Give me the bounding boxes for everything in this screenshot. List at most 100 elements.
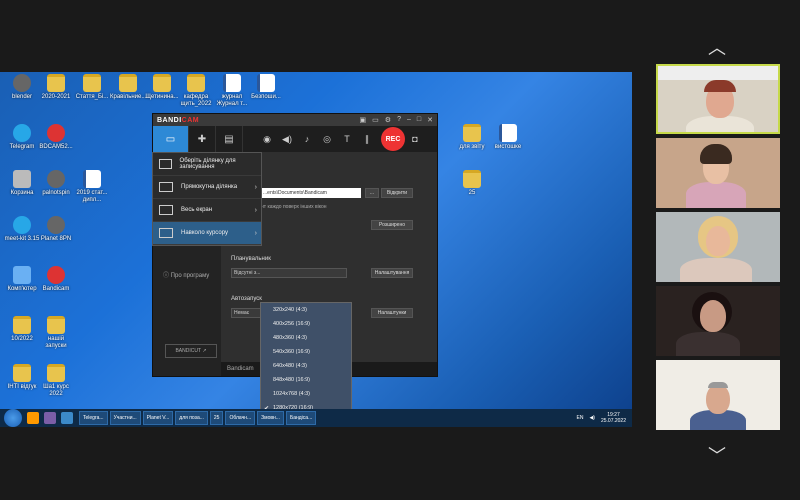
start-button[interactable] xyxy=(4,409,22,427)
desktop-icon-label: Planet 8PN xyxy=(40,236,72,242)
desktop-icon[interactable]: meet-kit 3.15 xyxy=(4,216,40,243)
camera-icon[interactable]: ◘ xyxy=(405,134,425,144)
resolution-option[interactable]: 320x240 (4:3) xyxy=(261,303,351,317)
explorer-icon[interactable] xyxy=(27,412,39,424)
mode-menu-item[interactable]: Навколо курсору › xyxy=(153,222,261,245)
gear-icon[interactable]: ⚙ xyxy=(385,116,391,124)
save-icon[interactable] xyxy=(61,412,73,424)
microphone-icon[interactable]: ♪ xyxy=(297,134,317,144)
taskbar-item[interactable]: Planet V... xyxy=(142,411,174,425)
desktop-icon[interactable]: palnotspin xyxy=(38,170,74,197)
cursor-effect-icon[interactable]: ◎ xyxy=(317,134,337,145)
desktop-icon[interactable]: Telegram xyxy=(4,124,40,151)
about-link[interactable]: ⓘ Про програму xyxy=(163,270,209,279)
folder-icon[interactable]: ▭ xyxy=(372,116,379,124)
folder-icon xyxy=(47,74,65,92)
webcam-icon[interactable]: ◉ xyxy=(257,134,277,145)
desktop-icon-label: нашій запуски xyxy=(45,336,67,349)
desktop-icon-label: Кравільние... xyxy=(110,94,147,100)
desktop-icon[interactable]: для звіту xyxy=(454,124,490,151)
folder-icon xyxy=(119,74,137,92)
help-icon[interactable]: ? xyxy=(397,116,401,124)
mode-menu-item[interactable]: Прямокутна ділянка › xyxy=(153,176,261,199)
chevron-up-icon[interactable]: ︿ xyxy=(708,34,726,60)
desktop-icon[interactable]: Кравільние... xyxy=(110,74,146,101)
desktop-icon[interactable]: Ша1 курс 2022 xyxy=(38,364,74,398)
taskbar-item[interactable]: Облачн... xyxy=(225,411,256,425)
taskbar-item[interactable]: Змовн... xyxy=(257,411,284,425)
resolution-option[interactable]: 848x480 (16:9) xyxy=(261,373,351,387)
desktop-icon[interactable]: Корзина xyxy=(4,170,40,197)
bandicut-button[interactable]: BANDICUT ↗ xyxy=(165,344,217,358)
open-folder-button[interactable]: Відкрити xyxy=(381,188,413,198)
desktop-icon[interactable]: 2019 стат... дипл... xyxy=(74,170,110,204)
desktop-icon[interactable]: нашій запуски xyxy=(38,316,74,350)
resolution-option[interactable]: 1024x768 (4:3) xyxy=(261,387,351,401)
desktop-icon[interactable]: 10/2022 xyxy=(4,316,40,343)
desktop-icon[interactable]: Безпоши... xyxy=(248,74,284,101)
desktop-icon-label: Щетинина... xyxy=(145,94,179,100)
taskbar-item[interactable]: для поза... xyxy=(175,411,208,425)
taskbar-item[interactable]: Бандiса... xyxy=(285,411,317,425)
device-mode-button[interactable]: ▤ xyxy=(216,126,243,152)
desktop-icon[interactable]: вистошке xyxy=(490,124,526,151)
taskbar-item[interactable]: Telegra... xyxy=(79,411,108,425)
desktop-icon[interactable]: журнал Журнал т... xyxy=(214,74,250,108)
desktop-icon[interactable]: 25 xyxy=(454,170,490,197)
desktop-icon[interactable]: 2020-2021 xyxy=(38,74,74,101)
participant-video-1[interactable] xyxy=(656,64,780,134)
game-mode-button[interactable]: ✚ xyxy=(189,126,216,152)
desktop-icon[interactable]: кафедра щить_2022 xyxy=(178,74,214,108)
viber-icon[interactable] xyxy=(44,412,56,424)
desktop-icon-label: Стаття_Бі... xyxy=(75,94,109,100)
participant-video-4[interactable] xyxy=(656,286,780,356)
participant-video-5[interactable] xyxy=(656,360,780,430)
resolution-option[interactable]: 640x480 (4:3) xyxy=(261,359,351,373)
mode-menu-item[interactable]: Весь екран › xyxy=(153,199,261,222)
lock-icon[interactable]: ▣ xyxy=(360,116,367,124)
scheduler-select[interactable]: Відсутні з... xyxy=(231,268,347,278)
desktop-icon[interactable]: ІНТІ відгук xyxy=(4,364,40,391)
desktop-icon[interactable]: Planet 8PN xyxy=(38,216,74,243)
region-icon xyxy=(159,205,173,215)
minimize-icon[interactable]: – xyxy=(407,116,411,124)
chevron-right-icon: › xyxy=(254,183,257,191)
participant-video-2[interactable] xyxy=(656,138,780,208)
text-icon[interactable]: T xyxy=(337,134,357,144)
desktop-icon[interactable]: Щетинина... xyxy=(144,74,180,101)
clock[interactable]: 19:27 25.07.2022 xyxy=(601,412,626,424)
desktop-icon-label: 25 xyxy=(468,190,476,196)
desktop-icon[interactable]: Комп'ютер xyxy=(4,266,40,293)
close-icon[interactable]: ✕ xyxy=(427,116,433,124)
speaker-icon[interactable]: ◀) xyxy=(277,134,297,145)
screen-mode-button[interactable]: ▭ xyxy=(153,126,189,152)
bandicam-toolbar: ▭ ✚ ▤ ◉ ◀) ♪ ◎ T ∥ REC ◘ xyxy=(153,126,437,152)
desktop-icon[interactable]: Стаття_Бі... xyxy=(74,74,110,101)
chevron-down-icon[interactable]: ﹀ xyxy=(708,442,726,468)
mode-menu-item[interactable]: Оберіть ділянку для записування xyxy=(153,153,261,176)
desktop-icon-label: BDCAM52... xyxy=(39,144,73,150)
advanced-button[interactable]: Розширено xyxy=(371,220,413,230)
scheduler-settings-button[interactable]: Налаштування xyxy=(371,268,413,278)
desktop-icon-label: журнал Журнал т... xyxy=(216,94,248,107)
folder-icon xyxy=(463,170,481,188)
resolution-option[interactable]: 480x360 (4:3) xyxy=(261,331,351,345)
desktop-icon[interactable]: Bandicam xyxy=(38,266,74,293)
taskbar-item[interactable]: Участни... xyxy=(109,411,141,425)
resolution-option[interactable]: 400x256 (16:9) xyxy=(261,317,351,331)
browse-button[interactable]: ... xyxy=(365,188,379,198)
participant-video-3[interactable] xyxy=(656,212,780,282)
autostart-settings-button[interactable]: Налаштунки xyxy=(371,308,413,318)
taskbar-item[interactable]: 25 xyxy=(209,411,224,425)
pause-icon[interactable]: ∥ xyxy=(357,134,377,145)
rec-button[interactable]: REC xyxy=(381,127,405,151)
maximize-icon[interactable]: □ xyxy=(417,116,421,124)
output-folder-field[interactable]: ...ents\Documents\Bandicam xyxy=(261,188,361,198)
volume-icon[interactable]: ◀) xyxy=(589,415,595,421)
desktop-icon[interactable]: BDCAM52... xyxy=(38,124,74,151)
desktop-icon-label: 10/2022 xyxy=(11,336,33,342)
resolution-option[interactable]: 540x360 (16:9) xyxy=(261,345,351,359)
language-indicator[interactable]: EN xyxy=(577,415,584,421)
taskbar-items: Telegra... Участни... Planet V... для поза.… xyxy=(77,411,317,425)
desktop-icon[interactable]: blender xyxy=(4,74,40,101)
